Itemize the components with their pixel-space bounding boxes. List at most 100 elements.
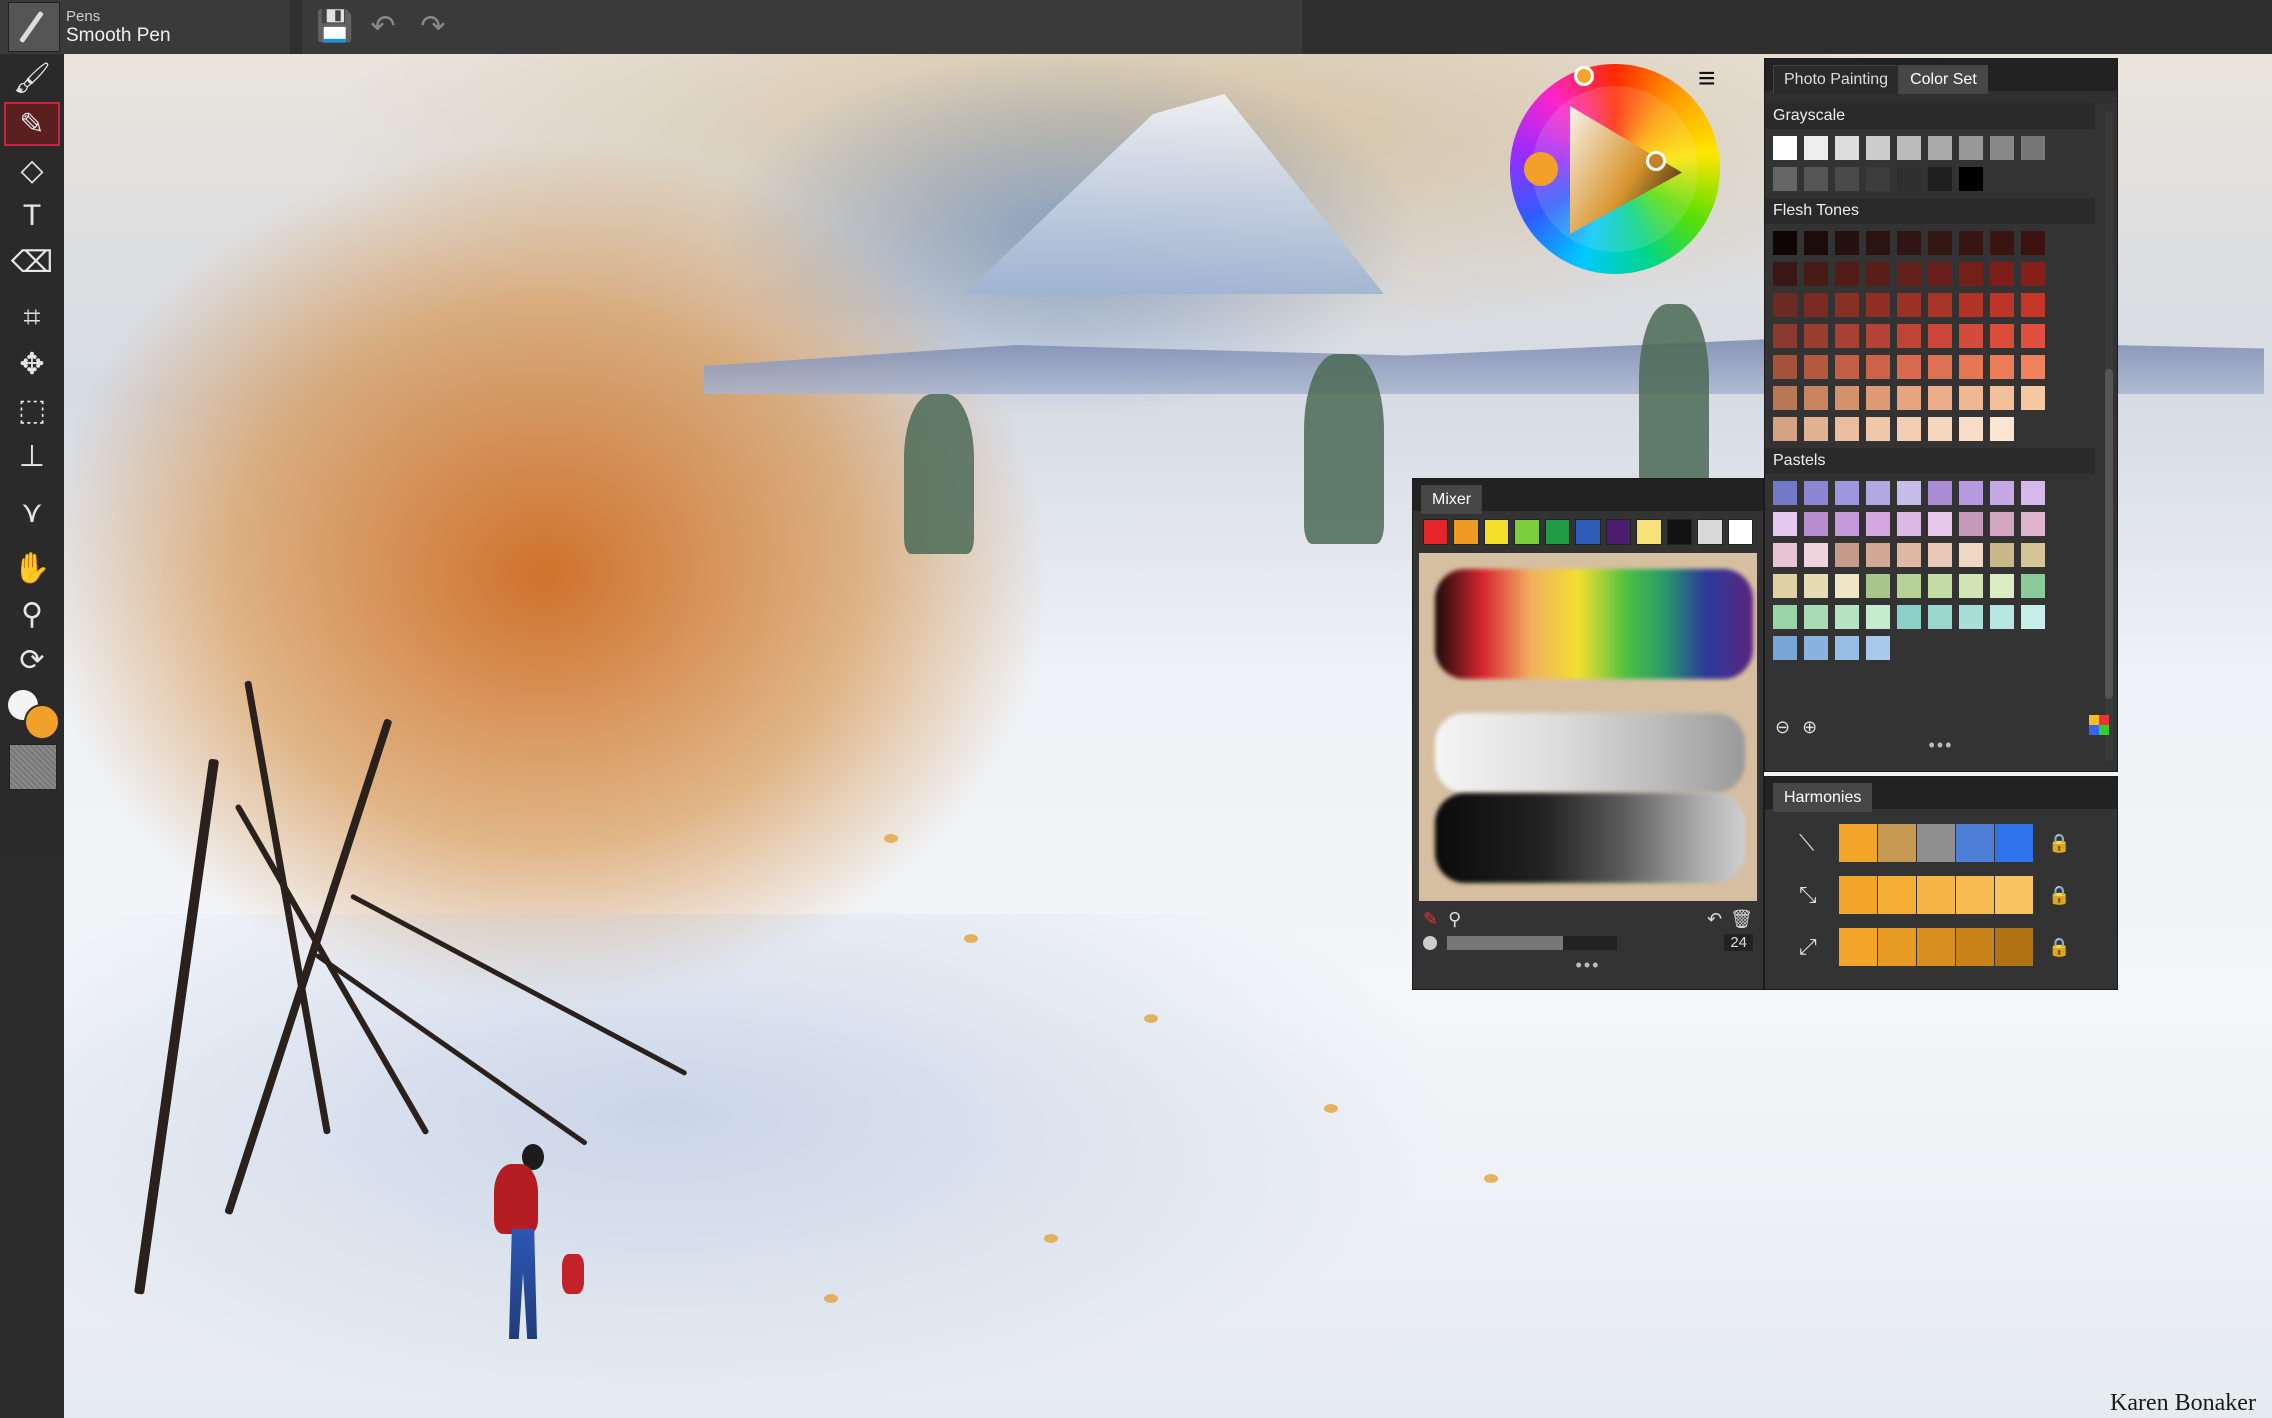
color-swatch[interactable] [1835, 605, 1859, 629]
harmony-swatch[interactable] [1878, 824, 1916, 862]
color-swatch[interactable] [1866, 417, 1890, 441]
harmony-swatch[interactable] [1839, 928, 1877, 966]
color-swatch[interactable] [1928, 231, 1952, 255]
mixer-swatch[interactable] [1544, 519, 1571, 545]
color-swatch[interactable] [2021, 512, 2045, 536]
redo-icon[interactable]: ↷ [416, 10, 450, 44]
harmony-swatch[interactable] [1995, 824, 2033, 862]
paint-bucket-tool[interactable]: ◇ [4, 148, 60, 192]
color-swatch[interactable] [1959, 512, 1983, 536]
paper-texture-swatch[interactable] [9, 744, 57, 790]
color-swatch[interactable] [1897, 574, 1921, 598]
mixer-swatch[interactable] [1605, 519, 1632, 545]
color-swatch[interactable] [1835, 231, 1859, 255]
mixer-swatch[interactable] [1483, 519, 1510, 545]
mixer-swatch[interactable] [1423, 519, 1449, 545]
crop-tool[interactable]: ⌗ [4, 296, 60, 340]
color-swatch[interactable] [1835, 386, 1859, 410]
harmony-swatch[interactable] [1917, 876, 1955, 914]
color-swatch[interactable] [1804, 417, 1828, 441]
harmony-swatch[interactable] [1839, 824, 1877, 862]
section-title-pastels[interactable]: Pastels [1765, 448, 2095, 474]
color-swatch[interactable] [1959, 136, 1983, 160]
color-swatch[interactable] [1928, 324, 1952, 348]
color-swatch[interactable] [2021, 543, 2045, 567]
color-swatch[interactable] [1835, 543, 1859, 567]
color-swatch[interactable] [1959, 605, 1983, 629]
color-swatch[interactable] [1959, 167, 1983, 191]
mixer-swatch[interactable] [1575, 519, 1601, 545]
selection-tool[interactable]: ⬚ [4, 388, 60, 432]
color-swatch[interactable] [2021, 386, 2045, 410]
mixer-swatch[interactable] [1514, 519, 1540, 545]
mixer-swatch[interactable] [1453, 519, 1479, 545]
color-swatch[interactable] [1990, 605, 2014, 629]
color-swatch[interactable] [1897, 481, 1921, 505]
color-swatch[interactable] [1959, 231, 1983, 255]
harmony-swatch[interactable] [1956, 928, 1994, 966]
color-swatch[interactable] [1990, 231, 2014, 255]
saturation-knob[interactable] [1646, 151, 1666, 171]
color-swatch[interactable] [1773, 262, 1797, 286]
color-well[interactable] [6, 688, 60, 740]
color-swatch[interactable] [1773, 167, 1797, 191]
color-swatch[interactable] [1804, 262, 1828, 286]
dropper-tool[interactable]: ✎ [4, 102, 60, 146]
color-swatch[interactable] [1959, 574, 1983, 598]
color-swatch[interactable] [1897, 543, 1921, 567]
color-swatch[interactable] [1928, 481, 1952, 505]
harmony-swatch[interactable] [1878, 928, 1916, 966]
color-swatch[interactable] [1773, 136, 1797, 160]
color-swatch[interactable] [1959, 417, 1983, 441]
color-swatch[interactable] [1866, 231, 1890, 255]
color-swatch[interactable] [1804, 512, 1828, 536]
color-swatch[interactable] [1866, 386, 1890, 410]
color-swatch[interactable] [1928, 136, 1952, 160]
rotate-tool[interactable]: ⟳ [4, 638, 60, 682]
color-swatch[interactable] [1897, 231, 1921, 255]
color-swatch[interactable] [1804, 543, 1828, 567]
tab-harmonies[interactable]: Harmonies [1773, 783, 1873, 812]
color-swatch[interactable] [1773, 355, 1797, 379]
color-swatch[interactable] [2021, 355, 2045, 379]
mixer-pad[interactable] [1419, 553, 1757, 901]
section-title-flesh-tones[interactable]: Flesh Tones [1765, 198, 2095, 224]
color-swatch[interactable] [1928, 262, 1952, 286]
mixer-swatch[interactable] [1697, 519, 1723, 545]
color-swatch[interactable] [1866, 543, 1890, 567]
color-swatch[interactable] [1866, 574, 1890, 598]
brush-tool[interactable]: 🖌 [4, 56, 60, 100]
color-swatch[interactable] [1835, 136, 1859, 160]
color-wheel[interactable] [1510, 64, 1720, 274]
color-wheel-menu-icon[interactable]: ≡ [1698, 62, 1716, 96]
eraser-tool[interactable]: ⌫ [4, 240, 60, 284]
harmony-type-icon[interactable]: ⤢ [1799, 934, 1839, 960]
color-swatch[interactable] [1773, 543, 1797, 567]
color-swatch[interactable] [1835, 417, 1859, 441]
mixer-brush-icon[interactable]: ✎ [1423, 909, 1438, 930]
color-swatch[interactable] [1928, 386, 1952, 410]
color-swatch[interactable] [1835, 167, 1859, 191]
color-swatch[interactable] [2021, 605, 2045, 629]
color-swatch[interactable] [2021, 574, 2045, 598]
color-swatch[interactable] [1804, 293, 1828, 317]
color-swatch[interactable] [1866, 636, 1890, 660]
color-swatch[interactable] [1990, 262, 2014, 286]
color-swatch[interactable] [1990, 355, 2014, 379]
color-swatch[interactable] [1897, 512, 1921, 536]
color-swatch[interactable] [1835, 355, 1859, 379]
color-set-options-icon[interactable] [2089, 715, 2109, 735]
mixer-size-value[interactable]: 24 [1724, 934, 1753, 951]
color-swatch[interactable] [1804, 136, 1828, 160]
color-swatch[interactable] [1835, 636, 1859, 660]
color-swatch[interactable] [1928, 605, 1952, 629]
color-swatch[interactable] [1835, 481, 1859, 505]
color-swatch[interactable] [1835, 262, 1859, 286]
color-swatch[interactable] [1897, 293, 1921, 317]
color-swatch[interactable] [1990, 543, 2014, 567]
color-swatch[interactable] [1866, 481, 1890, 505]
color-swatch[interactable] [1897, 324, 1921, 348]
color-swatch[interactable] [1990, 512, 2014, 536]
undo-icon[interactable]: ↶ [366, 10, 400, 44]
color-swatch[interactable] [1959, 324, 1983, 348]
